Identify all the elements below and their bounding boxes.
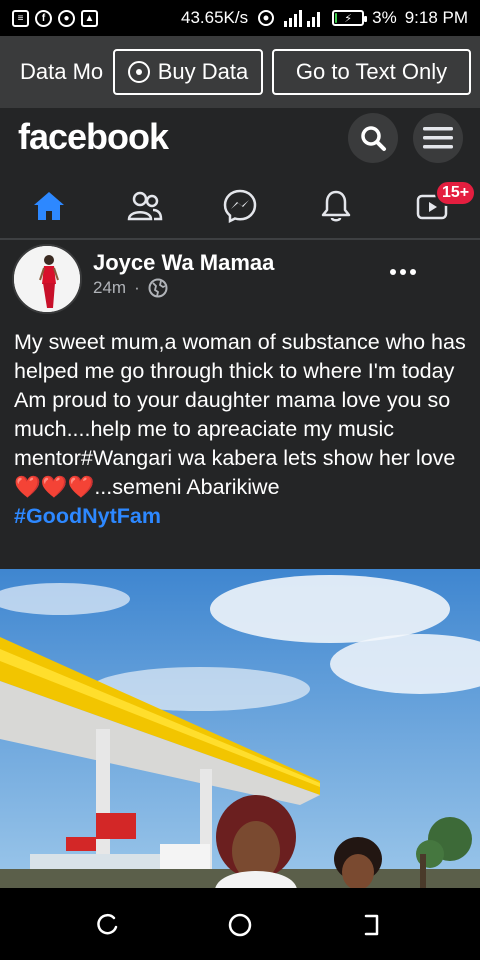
post-options-button[interactable] <box>382 260 424 284</box>
avatar[interactable] <box>12 244 82 314</box>
home-button[interactable] <box>225 910 255 940</box>
hotspot-icon <box>258 10 275 26</box>
tab-home[interactable] <box>19 176 79 236</box>
post-meta: 24m · <box>93 278 168 298</box>
friends-icon <box>127 191 163 221</box>
recents-button[interactable] <box>92 910 122 940</box>
globe-icon <box>148 278 168 298</box>
signal-icon <box>284 10 321 27</box>
post-body: My sweet mum,a woman of substance who ha… <box>14 330 466 470</box>
avatar-image <box>14 246 80 312</box>
post-photo[interactable] <box>0 569 480 888</box>
post-photo-image <box>0 569 480 888</box>
clock: 9:18 PM <box>404 8 468 27</box>
back-icon <box>364 914 379 936</box>
facebook-logo[interactable]: facebook <box>18 116 169 158</box>
tab-messenger[interactable] <box>210 176 270 236</box>
tab-friends[interactable] <box>115 176 175 236</box>
post-time[interactable]: 24m <box>93 278 126 298</box>
menu-button[interactable] <box>413 113 463 163</box>
home-icon <box>34 192 64 220</box>
buy-data-label: Buy Data <box>157 59 249 84</box>
post-text: My sweet mum,a woman of substance who ha… <box>14 328 474 531</box>
network-speed: 43.65K/s <box>181 8 249 27</box>
more-dot-icon <box>390 269 396 275</box>
more-dot-icon <box>400 269 406 275</box>
facebook-icon: f <box>35 9 52 27</box>
bell-icon <box>321 190 351 222</box>
back-button[interactable] <box>357 910 387 940</box>
news-icon: ≡ <box>12 9 29 27</box>
heart-emoji: ❤️❤️❤️ <box>14 475 95 499</box>
battery-percent: 3% <box>372 8 397 27</box>
more-dot-icon <box>410 269 416 275</box>
status-right: 43.65K/s ⚡ 3% 9:18 PM <box>181 8 468 28</box>
antenna-icon <box>127 61 150 83</box>
system-nav-bar <box>0 888 480 960</box>
tab-notifications[interactable] <box>306 176 366 236</box>
post-author[interactable]: Joyce Wa Mamaa <box>93 250 274 276</box>
post-body-tail: ...semeni Abarikiwe <box>94 475 280 499</box>
battery-fill <box>335 13 338 23</box>
messenger-icon <box>223 189 257 223</box>
tab-watch[interactable]: 15+ <box>403 176 477 236</box>
text-only-button[interactable]: Go to Text Only <box>272 49 471 95</box>
meta-separator: · <box>134 278 140 297</box>
data-mode-label[interactable]: Data Mo <box>20 59 112 85</box>
main-nav: 15+ <box>0 176 480 238</box>
facebook-header: facebook 15+ <box>0 108 480 240</box>
menu-icon <box>423 127 453 149</box>
search-icon <box>361 126 386 151</box>
watch-badge: 15+ <box>435 180 477 206</box>
status-bar: ≡ f ● ▲ 43.65K/s ⚡ 3% 9:18 PM <box>0 0 480 36</box>
search-button[interactable] <box>348 113 398 163</box>
data-mode-bar: Data Mo Buy Data Go to Text Only <box>0 36 480 108</box>
record-icon: ● <box>58 9 75 27</box>
home-circle-icon <box>228 913 252 937</box>
image-icon: ▲ <box>81 9 98 27</box>
hashtag-link[interactable]: #GoodNytFam <box>14 504 161 528</box>
notification-icons: ≡ f ● ▲ <box>12 9 98 27</box>
recents-icon <box>97 913 118 935</box>
buy-data-button[interactable]: Buy Data <box>113 49 263 95</box>
battery-icon: ⚡ <box>332 10 368 26</box>
feed-post: Joyce Wa Mamaa 24m · My sweet mum,a woma… <box>0 240 480 888</box>
